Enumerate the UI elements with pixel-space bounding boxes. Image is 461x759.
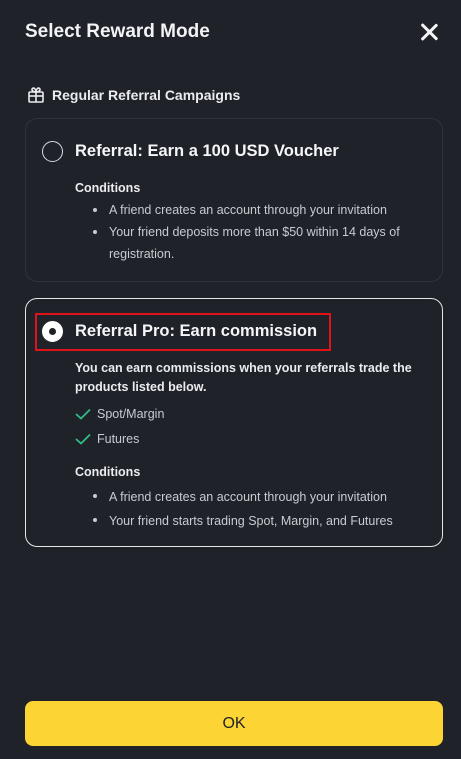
radio-unselected[interactable] [42,141,63,162]
check-icon [75,433,91,445]
condition-item: Your friend deposits more than $50 withi… [75,221,424,265]
conditions-heading: Conditions [75,181,141,195]
product-item: Futures [75,426,424,451]
referral-pro-option[interactable]: Referral Pro: Earn commission You can ea… [25,298,443,547]
condition-item: A friend creates an account through your… [75,485,424,509]
dialog-title: Select Reward Mode [25,21,210,42]
gift-icon [28,87,44,103]
conditions-block: Conditions A friend creates an account t… [75,177,424,265]
referral-voucher-option[interactable]: Referral: Earn a 100 USD Voucher Conditi… [25,118,443,282]
condition-item: A friend creates an account through your… [75,199,424,221]
close-icon[interactable] [418,21,440,43]
section-heading: Regular Referral Campaigns [27,86,240,104]
product-item: Spot/Margin [75,401,424,426]
radio-selected[interactable] [42,321,63,342]
option-header[interactable]: Referral: Earn a 100 USD Voucher [42,141,339,162]
details-block: You can earn commissions when your refer… [75,359,424,533]
option-title: Referral Pro: Earn commission [75,322,318,340]
option-description: You can earn commissions when your refer… [75,361,412,394]
conditions-list: A friend creates an account through your… [75,199,424,265]
section-title: Regular Referral Campaigns [52,87,241,103]
ok-button[interactable]: OK [25,701,443,746]
option-header[interactable]: Referral Pro: Earn commission [42,321,317,342]
conditions-list: A friend creates an account through your… [75,485,424,533]
option-title: Referral: Earn a 100 USD Voucher [75,142,339,160]
dialog-header: Select Reward Mode [25,18,441,46]
conditions-heading: Conditions [75,465,141,479]
product-label: Spot/Margin [97,406,165,421]
check-icon [75,408,91,420]
condition-item: Your friend starts trading Spot, Margin,… [75,509,424,533]
product-label: Futures [97,431,140,446]
